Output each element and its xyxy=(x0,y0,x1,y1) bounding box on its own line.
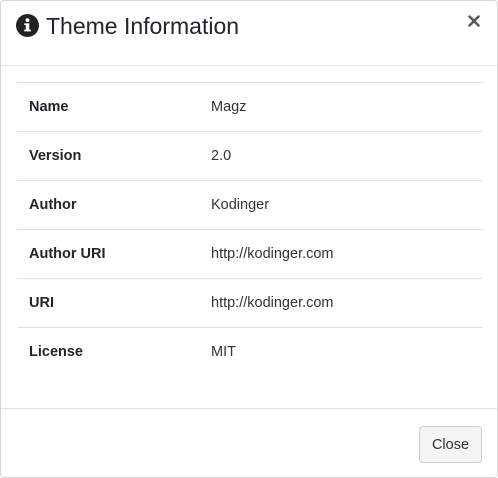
row-label-author: Author xyxy=(17,180,199,230)
table-row: Author Kodinger xyxy=(17,180,483,230)
row-label-license: License xyxy=(17,327,199,377)
table-row: Version 2.0 xyxy=(17,131,483,181)
row-label-author-uri: Author URI xyxy=(17,229,199,279)
table-row: Name Magz xyxy=(17,82,483,132)
row-label-version: Version xyxy=(17,131,199,181)
row-value-uri: http://kodinger.com xyxy=(199,278,483,328)
info-circle-icon xyxy=(16,14,39,37)
modal-body: Name Magz Version 2.0 Author Kodinger Au… xyxy=(1,66,497,409)
row-label-name: Name xyxy=(17,82,199,132)
modal-header: Theme Information xyxy=(1,1,497,66)
table-row: License MIT xyxy=(17,327,483,377)
row-value-author: Kodinger xyxy=(199,180,483,230)
theme-info-modal: Theme Information Name Magz Version 2.0 … xyxy=(0,0,498,478)
table-row: URI http://kodinger.com xyxy=(17,278,483,328)
close-button[interactable]: Close xyxy=(419,426,482,463)
row-value-license: MIT xyxy=(199,327,483,377)
theme-info-table: Name Magz Version 2.0 Author Kodinger Au… xyxy=(17,82,483,377)
modal-footer: Close xyxy=(1,409,497,478)
row-value-author-uri: http://kodinger.com xyxy=(199,229,483,279)
table-row: Author URI http://kodinger.com xyxy=(17,229,483,279)
row-value-version: 2.0 xyxy=(199,131,483,181)
modal-title: Theme Information xyxy=(46,13,240,39)
row-value-name: Magz xyxy=(199,82,483,132)
row-label-uri: URI xyxy=(17,278,199,328)
close-icon[interactable] xyxy=(467,13,481,29)
